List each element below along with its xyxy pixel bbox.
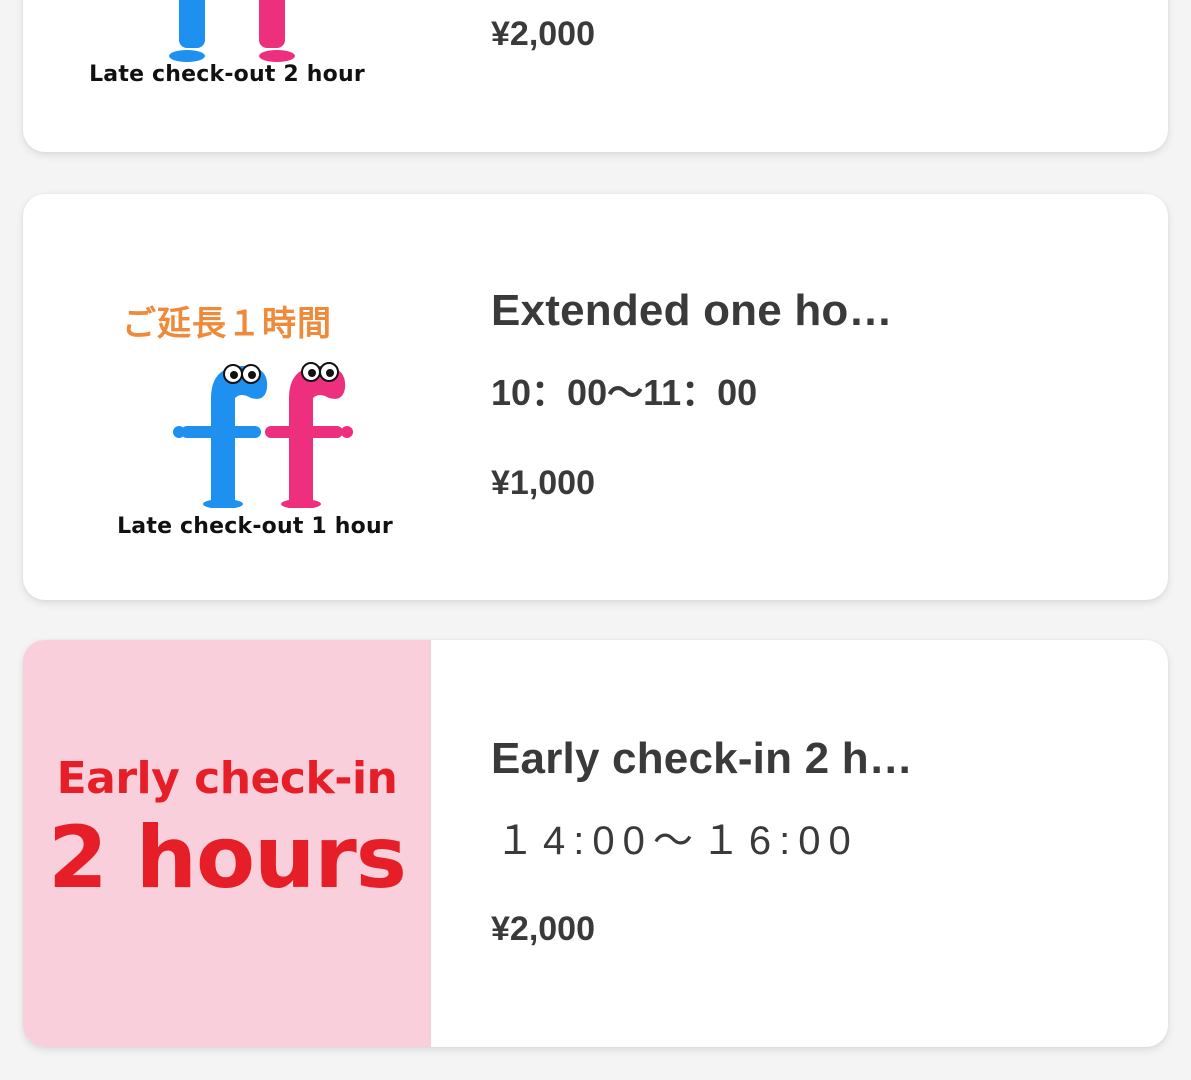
image-caption: Late check-out 2 hour bbox=[89, 62, 365, 87]
image-line2: 2 hours bbox=[48, 808, 407, 908]
image-line1: Early check-in bbox=[56, 753, 398, 804]
product-card-late-checkout-2h[interactable]: Late check-out 2 hour ¥2,000 bbox=[23, 0, 1168, 152]
product-price: ¥2,000 bbox=[491, 15, 595, 53]
product-price: ¥1,000 bbox=[491, 464, 595, 502]
image-title-jp: ご延長１時間 bbox=[122, 304, 332, 344]
product-card-extended-1h[interactable]: ご延長１時間 Late check-out 1 hour Extended on… bbox=[23, 194, 1168, 600]
product-card-early-checkin-2h[interactable]: Early check-in 2 hours Early check-in 2 … bbox=[23, 640, 1168, 1047]
image-caption: Late check-out 1 hour bbox=[117, 514, 393, 539]
product-title: Early check-in 2 h… bbox=[491, 734, 913, 783]
product-image: Early check-in 2 hours bbox=[23, 640, 431, 1047]
product-price: ¥2,000 bbox=[491, 910, 595, 948]
product-title: Extended one ho… bbox=[491, 286, 893, 335]
ff-mascot-icon bbox=[169, 0, 295, 62]
product-image: Late check-out 2 hour bbox=[23, 0, 431, 152]
product-time: 10：00〜11：00 bbox=[491, 372, 758, 413]
ff-mascot-icon bbox=[173, 362, 353, 508]
product-image: ご延長１時間 Late check-out 1 hour bbox=[23, 194, 431, 600]
product-time: １4:00〜１6:00 bbox=[495, 819, 859, 863]
